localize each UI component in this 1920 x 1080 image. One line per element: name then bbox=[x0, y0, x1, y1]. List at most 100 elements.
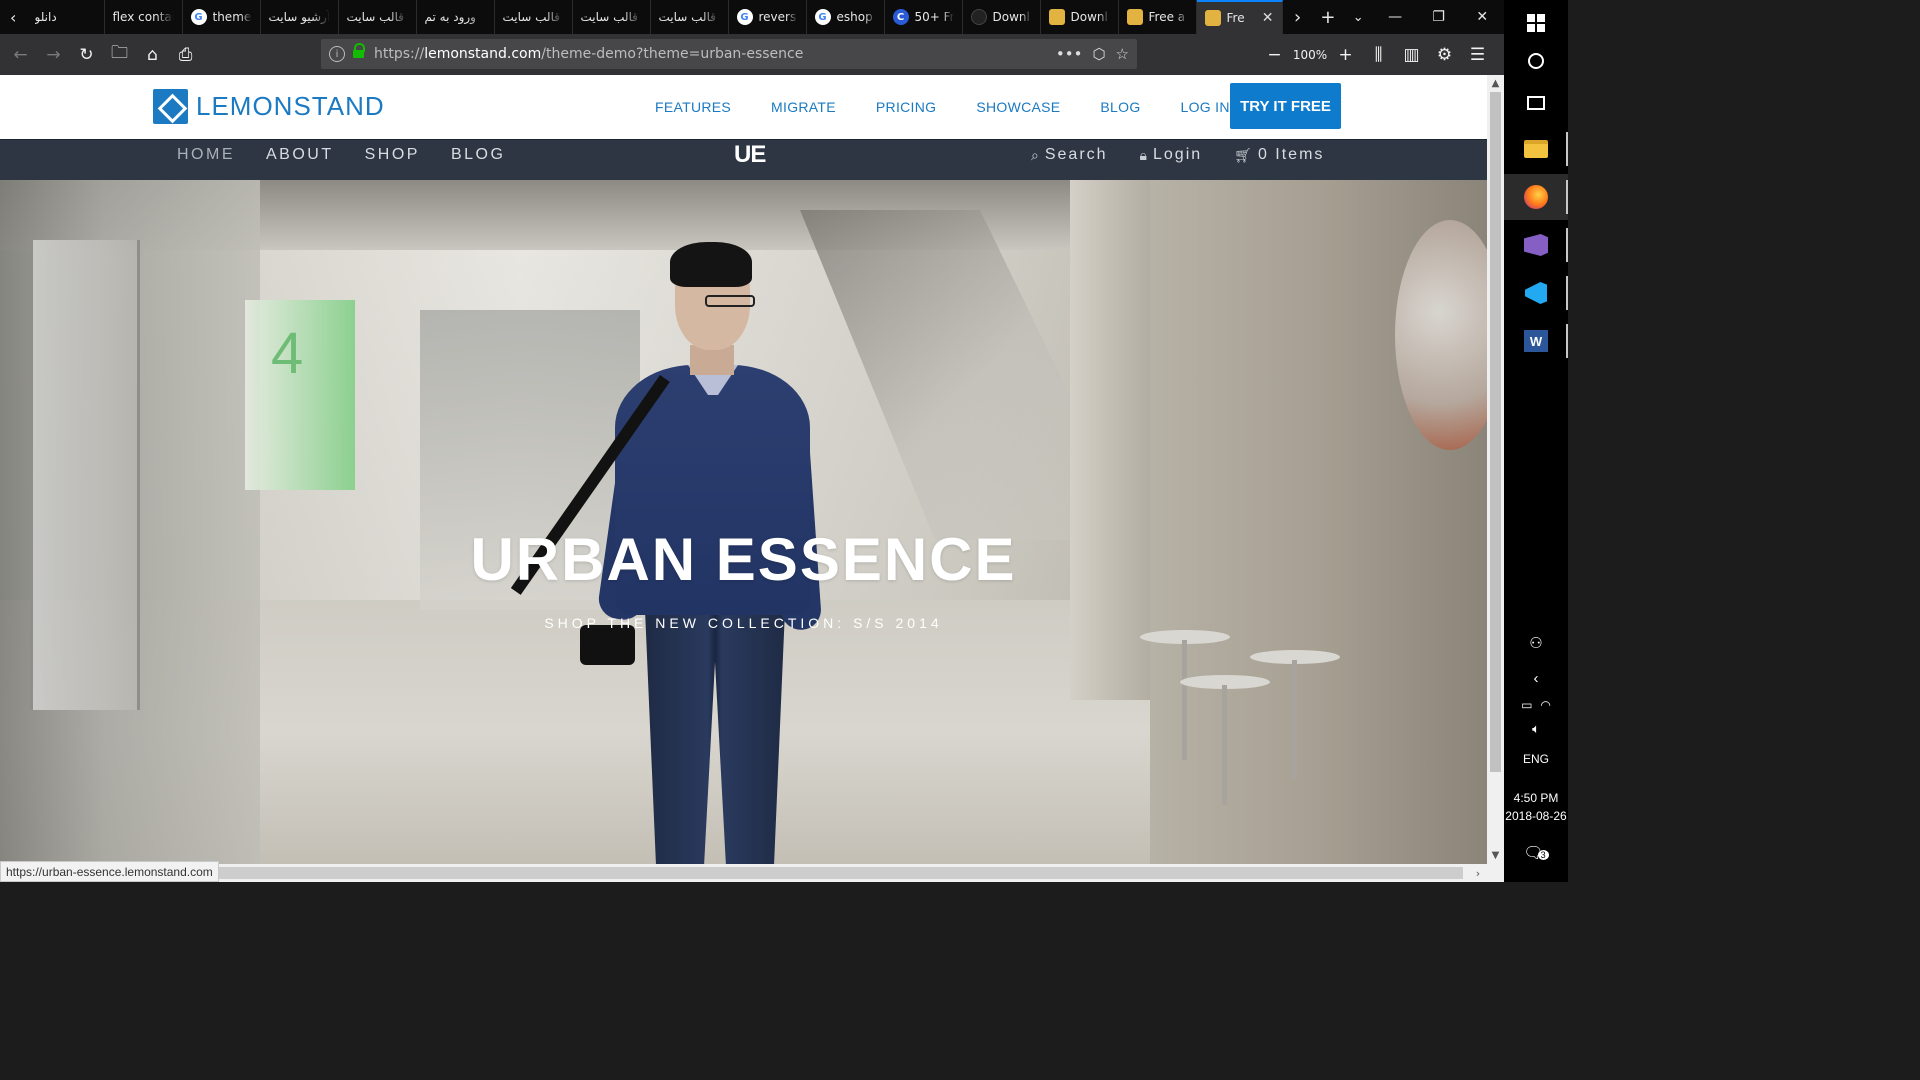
vertical-scroll-thumb[interactable] bbox=[1490, 92, 1501, 772]
home-button[interactable]: ⌂ bbox=[136, 38, 169, 71]
clock-time[interactable]: 4:50 PM bbox=[1504, 791, 1568, 805]
vertical-scrollbar[interactable]: ▲ ▼ bbox=[1487, 75, 1504, 864]
store-nav-shop[interactable]: SHOP bbox=[365, 146, 420, 164]
google-icon: G bbox=[190, 9, 207, 25]
battery-icon[interactable]: ▭ bbox=[1521, 698, 1532, 712]
forward-button[interactable]: → bbox=[37, 38, 70, 71]
file-explorer-icon[interactable] bbox=[1504, 126, 1568, 172]
horizontal-scrollbar[interactable]: › bbox=[0, 864, 1504, 882]
tab-strip: ‹ دانلو flex contai Gtheme آرشیو سایت قالب س… bbox=[0, 0, 1504, 34]
lemonstand-logo[interactable]: LEMONSTAND bbox=[153, 89, 385, 124]
hero-subtitle[interactable]: SHOP THE NEW COLLECTION: S/S 2014 bbox=[0, 615, 1487, 631]
all-tabs-chevron-down-icon[interactable]: ⌄ bbox=[1343, 0, 1373, 34]
word-icon[interactable]: W bbox=[1504, 318, 1568, 364]
print-button[interactable]: ⎙ bbox=[169, 38, 202, 71]
store-search-link[interactable]: ⌕ Search bbox=[1031, 146, 1108, 164]
zoom-in-button[interactable]: + bbox=[1329, 38, 1362, 71]
restore-button[interactable]: ❐ bbox=[1417, 0, 1461, 34]
zoom-out-button[interactable]: − bbox=[1258, 38, 1291, 71]
firefox-icon[interactable] bbox=[1504, 174, 1568, 220]
cart-icon: 🛒︎ bbox=[1234, 146, 1252, 163]
browser-tab[interactable]: قالب سایت bbox=[651, 0, 729, 34]
store-nav-blog[interactable]: BLOG bbox=[451, 146, 505, 164]
vscode-icon[interactable] bbox=[1504, 270, 1568, 316]
tab-title: قالب سایت bbox=[580, 10, 638, 24]
address-bar[interactable]: i https://lemonstand.com/theme-demo?them… bbox=[321, 39, 1137, 69]
visual-studio-icon[interactable] bbox=[1504, 222, 1568, 268]
minimize-button[interactable]: — bbox=[1373, 0, 1417, 34]
store-nav-home[interactable]: HOME bbox=[177, 146, 235, 164]
tab-scroll-right-button[interactable]: › bbox=[1283, 0, 1313, 34]
library-icon[interactable]: ⫼ bbox=[1362, 38, 1395, 71]
scroll-down-icon[interactable]: ▼ bbox=[1487, 847, 1504, 864]
browser-tab[interactable]: Fre ✕ bbox=[1196, 0, 1283, 34]
close-tab-icon[interactable]: ✕ bbox=[1262, 10, 1274, 26]
browser-tab[interactable]: C 50+ Fr bbox=[885, 0, 963, 34]
people-icon[interactable]: ⚇ bbox=[1504, 634, 1568, 652]
store-login-link[interactable]: 🔒︎ Login bbox=[1140, 146, 1203, 164]
browser-tab[interactable]: flex contai bbox=[105, 0, 183, 34]
close-window-button[interactable]: ✕ bbox=[1460, 0, 1504, 34]
reload-button[interactable]: ↻ bbox=[70, 38, 103, 71]
hero-title: URBAN ESSENCE bbox=[470, 526, 1017, 593]
sidebar-icon[interactable]: ▥ bbox=[1395, 38, 1428, 71]
try-it-free-button[interactable]: TRY IT FREE bbox=[1230, 83, 1341, 129]
bookmark-star-icon[interactable]: ☆ bbox=[1116, 45, 1129, 63]
browser-tab[interactable]: آرشیو سایت bbox=[261, 0, 339, 34]
lemonstand-nav: FEATURES MIGRATE PRICING SHOWCASE BLOG L… bbox=[655, 99, 1270, 115]
browser-tab[interactable]: دانلو bbox=[27, 0, 105, 34]
browser-tab[interactable]: Grevers bbox=[729, 0, 807, 34]
search-icon: ⌕ bbox=[1031, 146, 1039, 163]
browser-tab[interactable]: Free a bbox=[1119, 0, 1197, 34]
task-view-icon[interactable] bbox=[1504, 80, 1568, 126]
browser-tab[interactable]: قالب سایت bbox=[573, 0, 651, 34]
store-search-label: Search bbox=[1044, 146, 1108, 163]
back-button[interactable]: ← bbox=[4, 38, 37, 71]
nav-migrate[interactable]: MIGRATE bbox=[771, 99, 836, 115]
wifi-icon[interactable]: ◠ bbox=[1540, 698, 1550, 712]
nav-showcase[interactable]: SHOWCASE bbox=[976, 99, 1060, 115]
site-info-icon[interactable]: i bbox=[329, 46, 345, 62]
menu-hamburger-icon[interactable]: ☰ bbox=[1461, 38, 1494, 71]
lemonstand-icon bbox=[1126, 9, 1143, 25]
browser-tab[interactable]: Downl bbox=[1041, 0, 1119, 34]
browser-tab[interactable]: Gtheme bbox=[183, 0, 261, 34]
tab-scroll-left-button[interactable]: ‹ bbox=[0, 0, 27, 34]
tab-title: Downl bbox=[1070, 10, 1108, 24]
page-actions-icon[interactable]: ••• bbox=[1056, 45, 1083, 63]
browser-tab[interactable]: قالب سایت bbox=[495, 0, 573, 34]
notification-count: 3 bbox=[1537, 850, 1549, 860]
hero-banner[interactable]: 4 URBAN ESSENCE SHOP THE NEW COLLECTION:… bbox=[0, 180, 1487, 864]
browser-tab[interactable]: Downl bbox=[963, 0, 1041, 34]
cortana-search-icon[interactable] bbox=[1504, 38, 1568, 84]
language-indicator[interactable]: ENG bbox=[1504, 752, 1568, 766]
nav-blog[interactable]: BLOG bbox=[1100, 99, 1140, 115]
library-folder-icon[interactable]: 🗀 bbox=[103, 38, 136, 71]
new-tab-button[interactable]: + bbox=[1313, 0, 1343, 34]
settings-gear-icon[interactable]: ⚙ bbox=[1428, 38, 1461, 71]
store-nav-about[interactable]: ABOUT bbox=[266, 146, 334, 164]
url-text[interactable]: https://lemonstand.com/theme-demo?theme=… bbox=[374, 46, 1056, 62]
action-center-icon[interactable]: 🗨︎3 bbox=[1504, 843, 1568, 863]
tab-title: eshop bbox=[836, 10, 873, 24]
scroll-up-icon[interactable]: ▲ bbox=[1487, 75, 1504, 92]
lock-icon: 🔒︎ bbox=[1139, 146, 1147, 163]
nav-log-in[interactable]: LOG IN bbox=[1181, 99, 1230, 115]
zoom-level[interactable]: 100% bbox=[1291, 48, 1329, 62]
browser-tab[interactable]: Geshop bbox=[807, 0, 885, 34]
nav-pricing[interactable]: PRICING bbox=[876, 99, 936, 115]
nav-features[interactable]: FEATURES bbox=[655, 99, 731, 115]
pocket-icon[interactable]: ⬡ bbox=[1092, 45, 1105, 63]
store-logo[interactable]: UE bbox=[734, 141, 766, 169]
store-cart-link[interactable]: 🛒︎ 0 Items bbox=[1234, 146, 1324, 164]
browser-tab[interactable]: قالب سایت bbox=[339, 0, 417, 34]
scroll-right-icon[interactable]: › bbox=[1470, 864, 1486, 882]
clock-date[interactable]: 2018-08-26 bbox=[1504, 809, 1568, 823]
tray-chevron-icon[interactable]: ‹ bbox=[1504, 670, 1568, 687]
browser-tab[interactable]: ورود به تم bbox=[417, 0, 495, 34]
horizontal-scroll-thumb[interactable] bbox=[218, 867, 1463, 879]
page-viewport: LEMONSTAND FEATURES MIGRATE PRICING SHOW… bbox=[0, 75, 1487, 864]
lemonstand-brand-text: LEMONSTAND bbox=[196, 91, 385, 121]
volume-icon[interactable]: 🔈︎ bbox=[1504, 721, 1568, 737]
lemonstand-logo-icon bbox=[153, 89, 188, 124]
